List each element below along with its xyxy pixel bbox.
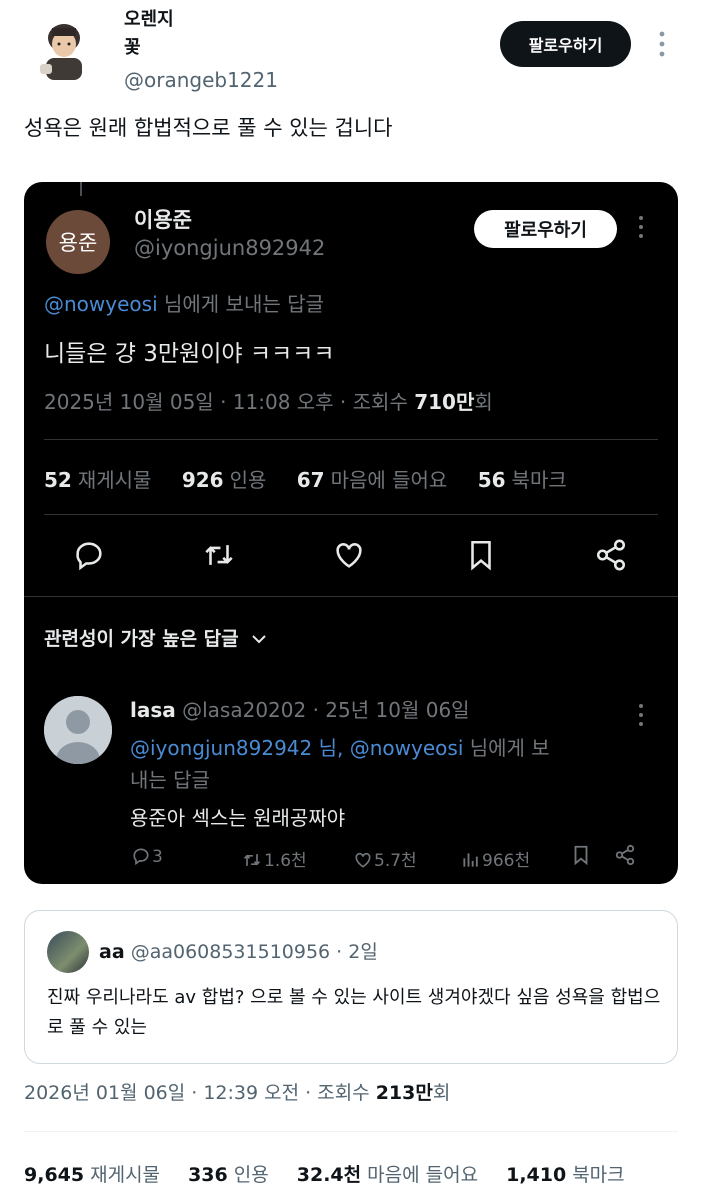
divider — [24, 1131, 678, 1132]
thread-line — [80, 182, 82, 196]
embedded-stats: 52 재게시물 926 인용 67 마음에 들어요 56 북마크 — [44, 464, 591, 493]
view-count: 966천 — [460, 846, 530, 871]
embedded-reply-to: @nowyeosi 님에게 보내는 답글 — [44, 288, 324, 317]
tweet-text: 성욕은 원래 합법적으로 풀 수 있는 겁니다 — [24, 116, 393, 140]
bookmark-icon — [570, 844, 592, 871]
author-avatar[interactable] — [36, 18, 92, 82]
mention-link: @nowyeosi — [44, 292, 158, 316]
stat-quotes: 926 인용 — [181, 468, 267, 492]
author-handle[interactable]: @orangeb1221 — [124, 66, 278, 94]
divider — [44, 439, 658, 440]
reply-author: lasa @lasa20202 · 25년 10월 06일 — [130, 698, 470, 722]
view-count[interactable]: 213만 — [376, 1082, 433, 1104]
bookmark-icon — [464, 538, 498, 576]
quote-text: 진짜 우리나라도 av 합법? 으로 볼 수 있는 사이트 생겨야겠다 싶음 성… — [47, 987, 661, 1038]
embedded-author-handle: @iyongjun892942 — [134, 236, 326, 260]
embedded-follow-button: 팔로우하기 — [474, 210, 617, 248]
embedded-author-name: 이용준 — [134, 208, 192, 232]
repost-icon — [243, 854, 261, 866]
stat-bookmarks: 56 북마크 — [477, 468, 567, 492]
author-name-line2[interactable]: 꽃 — [124, 36, 141, 60]
embedded-tweet-text: 니들은 걍 3만원이야 ㅋㅋㅋㅋ — [44, 341, 335, 367]
embedded-meta-prefix: 2025년 10월 05일 · 11:08 오후 · 조회수 — [44, 390, 415, 414]
reply-more-icon — [636, 702, 646, 728]
divider — [24, 596, 678, 597]
share-icon — [614, 844, 636, 871]
reply-to-suffix: 님에게 보내는 답글 — [157, 292, 324, 316]
relevant-replies-sort: 관련성이 가장 높은 답글 — [44, 624, 267, 651]
reply-icon — [72, 538, 106, 576]
chevron-down-icon — [252, 635, 266, 644]
quote-author[interactable]: aa @aa0608531510956 · 2일 — [99, 937, 378, 964]
embedded-screenshot: 용준 이용준 @iyongjun892942 팔로우하기 @nowyeosi 님… — [24, 182, 678, 884]
share-icon — [594, 538, 628, 576]
repost-count: 1.6천 — [240, 846, 307, 871]
quote-tweet[interactable]: aa @aa0608531510956 · 2일 진짜 우리나라도 av 합법?… — [24, 910, 678, 1064]
stat-likes[interactable]: 32.4천 마음에 들어요 — [297, 1164, 478, 1186]
reply-text: 용준아 섹스는 원래공짜야 — [130, 806, 346, 830]
reply-icon — [133, 848, 149, 866]
embedded-meta-suffix: 회 — [474, 390, 493, 414]
stat-reposts: 52 재게시물 — [44, 468, 152, 492]
like-count: 5.7천 — [352, 846, 417, 871]
more-options-icon[interactable] — [652, 28, 672, 60]
stat-reposts[interactable]: 9,645 재게시물 — [24, 1164, 160, 1186]
views-icon — [463, 853, 478, 867]
quote-avatar[interactable] — [47, 931, 89, 973]
reply-count: 3 — [130, 846, 163, 867]
embedded-more-icon — [636, 214, 646, 240]
tweet-meta: 2026년 01월 06일 · 12:39 오전 · 조회수 213만회 — [24, 1082, 451, 1104]
author-name[interactable]: 오렌지 — [124, 8, 174, 32]
heart-icon — [355, 852, 371, 868]
stat-bookmarks[interactable]: 1,410 북마크 — [506, 1164, 625, 1186]
embedded-avatar: 용준 — [46, 210, 110, 274]
divider — [44, 514, 658, 515]
reply-avatar — [44, 696, 112, 764]
stat-likes: 67 마음에 들어요 — [296, 468, 448, 492]
like-icon — [332, 538, 366, 576]
reply-mentions: @iyongjun892942 님, @nowyeosi 님에게 보내는 답글 — [130, 736, 550, 792]
tweet-stats: 9,645 재게시물 336 인용 32.4천 마음에 들어요 1,410 북마크 — [24, 1160, 647, 1187]
repost-icon — [202, 538, 236, 576]
stat-quotes[interactable]: 336 인용 — [188, 1164, 269, 1186]
embedded-meta: 2025년 10월 05일 · 11:08 오후 · 조회수 710만회 — [44, 386, 493, 415]
embedded-view-count: 710만 — [414, 390, 475, 414]
follow-button[interactable]: 팔로우하기 — [500, 21, 631, 67]
